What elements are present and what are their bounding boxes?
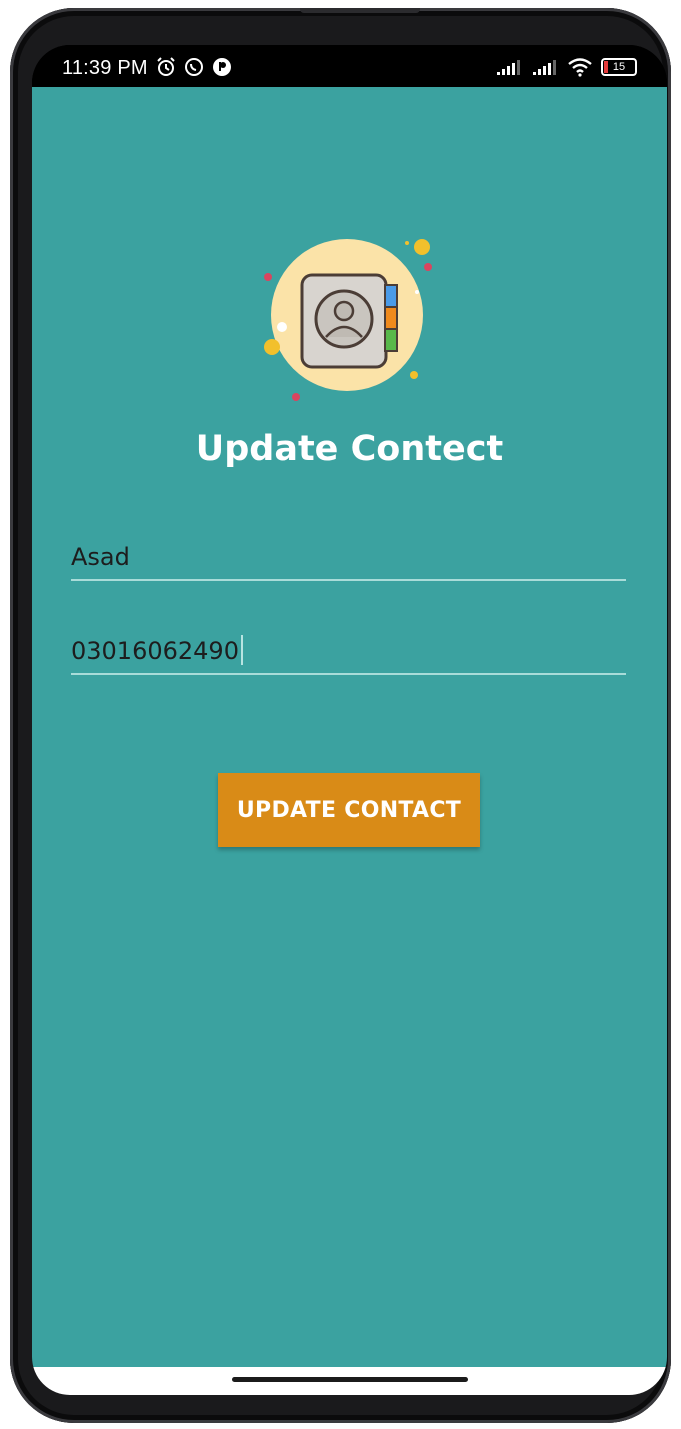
status-icons-left xyxy=(156,57,232,77)
text-cursor xyxy=(240,635,243,665)
app-notification-icon xyxy=(213,58,231,76)
alarm-icon xyxy=(157,57,175,76)
status-time: 11:39 PM xyxy=(62,57,148,79)
status-bar: 11:39 PM 15 xyxy=(32,45,667,87)
phone-field[interactable]: 03016062490 xyxy=(71,635,626,675)
speaker-grille xyxy=(300,8,420,13)
name-field-value[interactable]: Asad xyxy=(71,543,130,579)
update-contact-screen: Update Contect Asad 03016062490 UPDATE C… xyxy=(32,87,667,1367)
whatsapp-icon xyxy=(185,58,203,76)
page-title: Update Contect xyxy=(195,429,504,469)
update-contact-button[interactable]: UPDATE CONTACT xyxy=(218,773,480,847)
name-field[interactable]: Asad xyxy=(71,543,626,581)
phone-screen: 11:39 PM 15 Update Contect Asad 03016062… xyxy=(32,45,667,1395)
signal-icon xyxy=(497,60,520,75)
home-gesture-handle[interactable] xyxy=(232,1377,468,1382)
signal-icon xyxy=(533,60,556,75)
status-icons-right: 15 xyxy=(495,57,637,77)
battery-level-text: 15 xyxy=(612,61,626,73)
wifi-icon xyxy=(568,58,592,77)
contact-book-icon xyxy=(264,239,432,401)
battery-icon: 15 xyxy=(601,58,637,76)
navigation-bar xyxy=(32,1367,667,1395)
phone-field-value[interactable]: 03016062490 xyxy=(71,637,239,673)
